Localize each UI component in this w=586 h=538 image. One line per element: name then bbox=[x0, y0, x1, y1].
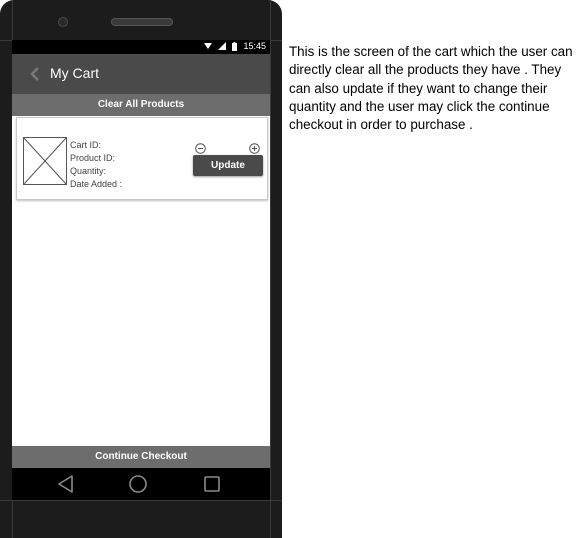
cart-item-details: Cart ID: Product ID: Quantity: Date Adde… bbox=[70, 139, 122, 191]
wifi-icon bbox=[204, 42, 213, 50]
product-id-label: Product ID: bbox=[70, 153, 116, 163]
update-button[interactable]: Update bbox=[193, 155, 263, 176]
back-nav-icon[interactable] bbox=[56, 474, 76, 494]
cart-id-label: Cart ID: bbox=[70, 140, 102, 150]
quantity-label: Quantity: bbox=[70, 166, 107, 176]
clear-all-products-button[interactable]: Clear All Products bbox=[12, 94, 270, 116]
status-clock: 15:45 bbox=[243, 41, 266, 51]
frame-guide-bottom bbox=[0, 500, 282, 501]
camera-icon bbox=[58, 17, 68, 27]
back-arrow-icon[interactable] bbox=[28, 66, 44, 82]
cart-item-card: Cart ID: Product ID: Quantity: Date Adde… bbox=[16, 117, 268, 200]
app-bar: My Cart bbox=[12, 54, 270, 94]
battery-icon bbox=[232, 41, 238, 51]
cart-list: Cart ID: Product ID: Quantity: Date Adde… bbox=[12, 116, 270, 446]
product-image-placeholder-icon bbox=[23, 137, 67, 185]
signal-icon bbox=[218, 42, 227, 50]
date-added-label: Date Added : bbox=[70, 179, 123, 189]
speaker-grille bbox=[111, 18, 173, 26]
frame-guide-right bbox=[270, 0, 271, 538]
home-nav-icon[interactable] bbox=[128, 474, 148, 494]
annotation-note: This is the screen of the cart which the… bbox=[289, 44, 573, 133]
continue-checkout-button[interactable]: Continue Checkout bbox=[12, 446, 270, 468]
android-nav-bar bbox=[12, 468, 270, 500]
status-bar: 15:45 bbox=[12, 40, 270, 54]
recent-apps-icon[interactable] bbox=[202, 474, 222, 494]
page-title: My Cart bbox=[50, 65, 99, 81]
